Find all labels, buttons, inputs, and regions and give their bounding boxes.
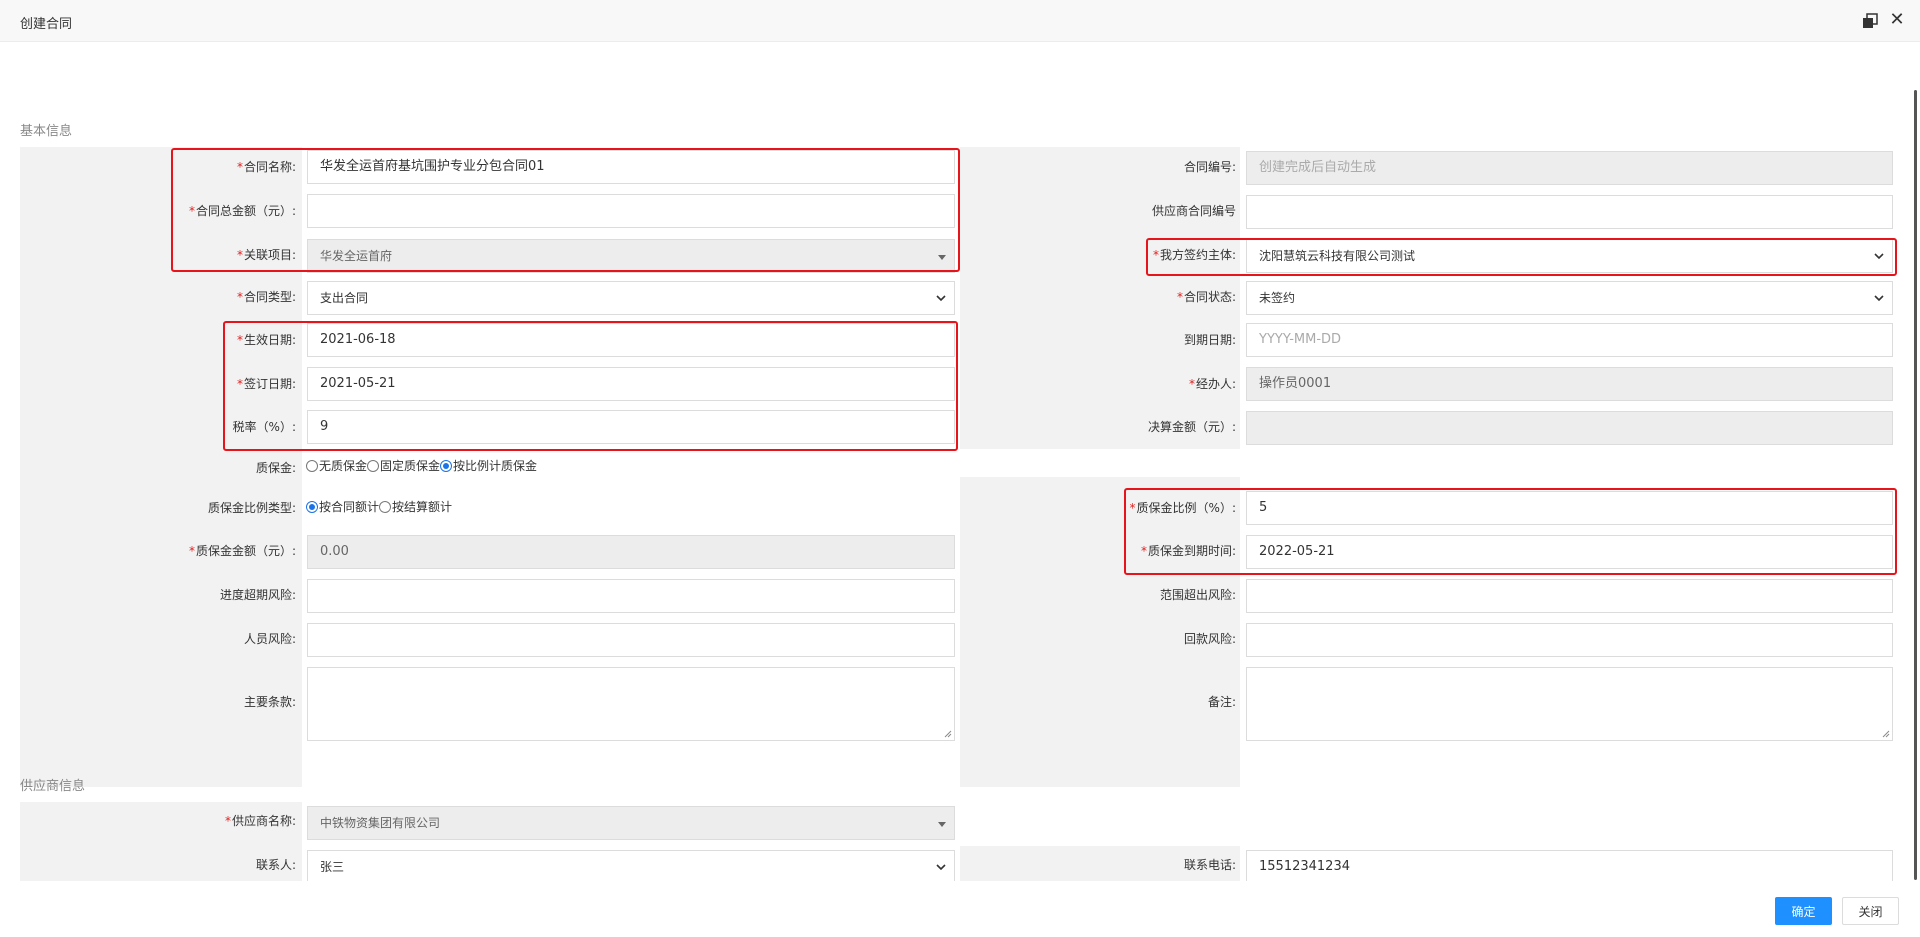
retention-ratio-label: *质保金比例（%）: bbox=[1129, 501, 1236, 515]
dialog-title: 创建合同 bbox=[20, 17, 73, 32]
ratio-type-option-settlement[interactable]: 按结算额计 bbox=[379, 498, 452, 515]
row-spacer bbox=[960, 449, 1920, 477]
retention-label: 质保金: bbox=[255, 461, 296, 475]
contract-no-input: 创建完成后自动生成 bbox=[1246, 151, 1893, 185]
radio-unchecked-icon bbox=[306, 459, 318, 472]
retention-amount-input: 0.00 bbox=[307, 535, 955, 569]
contract-type-select[interactable]: 支出合同 bbox=[307, 281, 955, 315]
retention-ratio-input[interactable]: 5 bbox=[1246, 491, 1893, 525]
supplier-name-value: 中铁物资集团有限公司 bbox=[320, 816, 441, 830]
scope-risk-input[interactable] bbox=[1246, 579, 1893, 613]
resize-handle-icon[interactable] bbox=[944, 730, 952, 738]
remarks-label: 备注: bbox=[1207, 695, 1236, 709]
remarks-textarea[interactable] bbox=[1246, 667, 1893, 741]
main-terms-label: 主要条款: bbox=[243, 695, 296, 709]
confirm-button[interactable]: 确定 bbox=[1775, 897, 1832, 925]
signing-entity-label: *我方签约主体: bbox=[1152, 248, 1236, 262]
retention-due-input[interactable]: 2022-05-21 bbox=[1246, 535, 1893, 569]
tax-rate-label: 税率（%）: bbox=[232, 420, 296, 434]
settlement-amount-input bbox=[1246, 411, 1893, 445]
expiry-date-label: 到期日期: bbox=[1183, 333, 1236, 347]
chevron-down-icon bbox=[1874, 295, 1884, 302]
payment-risk-label: 回款风险: bbox=[1183, 632, 1236, 646]
ratio-type-option-contract[interactable]: 按合同额计 bbox=[306, 498, 379, 515]
resize-handle-icon[interactable] bbox=[1882, 730, 1890, 738]
project-label: *关联项目: bbox=[236, 248, 296, 262]
caret-down-icon bbox=[938, 255, 946, 260]
radio-checked-icon bbox=[306, 500, 318, 513]
contract-no-label: 合同编号: bbox=[1183, 160, 1236, 174]
schedule-risk-input[interactable] bbox=[307, 579, 955, 613]
retention-due-label: *质保金到期时间: bbox=[1140, 544, 1236, 558]
expiry-date-input[interactable]: YYYY-MM-DD bbox=[1246, 323, 1893, 357]
contract-name-input[interactable]: 华发全运首府基坑围护专业分包合同01 bbox=[307, 150, 955, 184]
caret-down-icon bbox=[938, 822, 946, 827]
contract-status-value: 未签约 bbox=[1259, 291, 1296, 305]
main-terms-textarea[interactable] bbox=[307, 667, 955, 741]
payment-risk-input[interactable] bbox=[1246, 623, 1893, 657]
settlement-amount-label: 决算金额（元）: bbox=[1147, 420, 1236, 434]
supplier-contract-no-input[interactable] bbox=[1246, 195, 1893, 229]
sign-date-label: *签订日期: bbox=[236, 377, 296, 391]
chevron-down-icon bbox=[936, 864, 946, 871]
project-value: 华发全运首府 bbox=[320, 249, 393, 263]
signing-entity-value: 沈阳慧筑云科技有限公司测试 bbox=[1259, 249, 1416, 263]
radio-checked-icon bbox=[440, 459, 453, 472]
section-title-basic: 基本信息 bbox=[20, 124, 73, 139]
retention-ratio-type-label: 质保金比例类型: bbox=[207, 501, 296, 515]
supplier-name-select[interactable]: 中铁物资集团有限公司 bbox=[307, 806, 955, 840]
effective-date-input[interactable]: 2021-06-18 bbox=[307, 323, 955, 357]
handler-label: *经办人: bbox=[1188, 377, 1236, 391]
contract-status-label: *合同状态: bbox=[1176, 290, 1236, 304]
contract-type-label: *合同类型: bbox=[236, 290, 296, 304]
retention-option-none[interactable]: 无质保金 bbox=[306, 457, 367, 474]
dialog-content: 基本信息 *合同名称: 华发全运首府基坑围护专业分包合同01 合同编号: 创建完… bbox=[0, 43, 1920, 881]
phone-input[interactable]: 15512341234 bbox=[1246, 850, 1893, 881]
project-select[interactable]: 华发全运首府 bbox=[307, 239, 955, 273]
handler-input: 操作员0001 bbox=[1246, 367, 1893, 401]
retention-option-ratio[interactable]: 按比例计质保金 bbox=[440, 457, 537, 474]
total-amount-input[interactable] bbox=[307, 194, 955, 228]
schedule-risk-label: 进度超期风险: bbox=[219, 588, 296, 602]
personnel-risk-input[interactable] bbox=[307, 623, 955, 657]
signing-entity-select[interactable]: 沈阳慧筑云科技有限公司测试 bbox=[1246, 239, 1893, 273]
window-restore-icon[interactable] bbox=[1862, 13, 1878, 29]
retention-amount-label: *质保金金额（元）: bbox=[188, 544, 296, 558]
dialog-footer bbox=[0, 881, 1920, 937]
contact-value: 张三 bbox=[320, 860, 345, 874]
scope-risk-label: 范围超出风险: bbox=[1159, 588, 1236, 602]
dialog-titlebar: 创建合同 ✕ bbox=[0, 0, 1920, 42]
phone-label: 联系电话: bbox=[1183, 858, 1236, 872]
contact-select[interactable]: 张三 bbox=[307, 850, 955, 881]
chevron-down-icon bbox=[1874, 253, 1884, 260]
personnel-risk-label: 人员风险: bbox=[243, 632, 296, 646]
total-amount-label: *合同总金额（元）: bbox=[188, 204, 296, 218]
radio-unchecked-icon bbox=[379, 500, 392, 513]
contract-type-value: 支出合同 bbox=[320, 291, 369, 305]
contract-name-label: *合同名称: bbox=[236, 160, 296, 174]
supplier-contract-no-label: 供应商合同编号 bbox=[1151, 204, 1236, 218]
sign-date-input[interactable]: 2021-05-21 bbox=[307, 367, 955, 401]
vertical-scrollbar[interactable] bbox=[1914, 90, 1917, 880]
tax-rate-input[interactable]: 9 bbox=[307, 410, 955, 444]
radio-unchecked-icon bbox=[367, 459, 380, 472]
effective-date-label: *生效日期: bbox=[236, 333, 296, 347]
contract-status-select[interactable]: 未签约 bbox=[1246, 281, 1893, 315]
supplier-name-label: *供应商名称: bbox=[224, 814, 296, 828]
close-button[interactable]: 关闭 bbox=[1842, 897, 1899, 925]
retention-ratio-type-radio-group: 按合同额计 按结算额计 bbox=[306, 498, 452, 515]
retention-option-fixed[interactable]: 固定质保金 bbox=[367, 457, 440, 474]
chevron-down-icon bbox=[936, 295, 946, 302]
close-icon[interactable]: ✕ bbox=[1887, 10, 1907, 30]
retention-radio-group: 无质保金 固定质保金 按比例计质保金 bbox=[306, 457, 537, 474]
section-title-supplier: 供应商信息 bbox=[20, 779, 86, 794]
contact-label: 联系人: bbox=[255, 858, 296, 872]
